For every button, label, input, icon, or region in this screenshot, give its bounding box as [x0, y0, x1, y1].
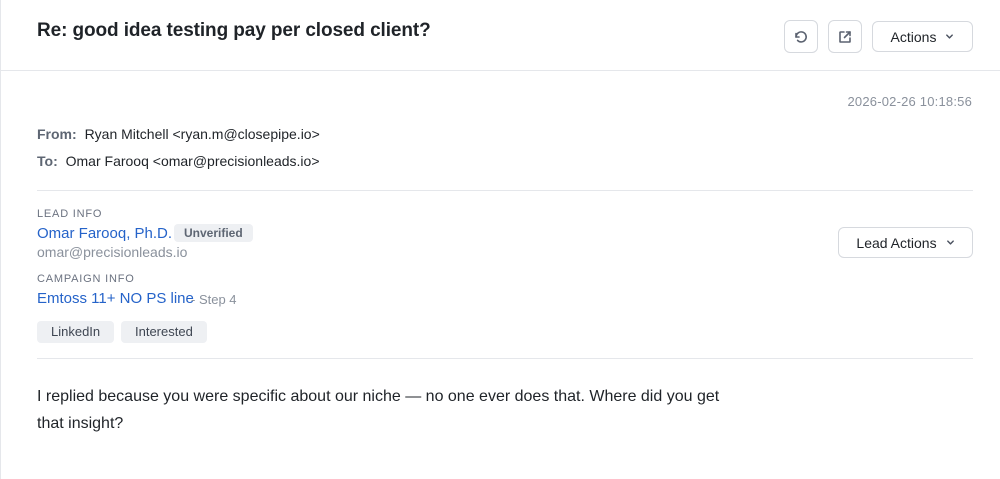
actions-label: Actions — [890, 28, 937, 45]
to-row: To: Omar Farooq <omar@precisionleads.io> — [37, 153, 320, 169]
lead-email: omar@precisionleads.io — [37, 244, 188, 260]
tag-linkedin: LinkedIn — [37, 321, 115, 343]
email-view: Re: good idea testing pay per closed cli… — [0, 0, 1000, 479]
lead-name-link[interactable]: Omar Farooq, Ph.D. — [37, 225, 172, 242]
to-label: To: — [37, 153, 58, 169]
email-subject: Re: good idea testing pay per closed cli… — [37, 20, 431, 41]
lead-actions-label: Lead Actions — [856, 234, 937, 251]
external-link-icon — [839, 30, 851, 43]
campaign-name-link[interactable]: Emtoss 11+ NO PS line — [37, 290, 194, 307]
campaign-step: - Step 4 — [191, 292, 237, 307]
lead-info-label: LEAD INFO — [37, 208, 103, 220]
to-value: Omar Farooq <omar@precisionleads.io> — [65, 153, 320, 169]
from-label: From: — [37, 126, 77, 142]
open-external-button[interactable] — [828, 20, 862, 53]
divider — [37, 190, 973, 191]
status-badge: Unverified — [174, 224, 253, 242]
tag-interested: Interested — [121, 321, 207, 343]
from-value: Ryan Mitchell <ryan.m@closepipe.io> — [84, 126, 320, 142]
lead-actions-dropdown[interactable]: Lead Actions — [838, 227, 973, 258]
email-timestamp: 2026-02-26 10:18:56 — [847, 94, 972, 109]
from-row: From: Ryan Mitchell <ryan.m@closepipe.io… — [37, 126, 320, 142]
campaign-info-label: CAMPAIGN INFO — [37, 273, 135, 285]
divider — [37, 358, 973, 359]
chevron-down-icon — [946, 240, 954, 245]
email-body: I replied because you were specific abou… — [37, 388, 720, 432]
actions-dropdown[interactable]: Actions — [872, 21, 973, 52]
reload-button[interactable] — [784, 20, 818, 53]
email-header: Re: good idea testing pay per closed cli… — [1, 0, 1000, 71]
chevron-down-icon — [946, 34, 954, 39]
refresh-icon — [795, 30, 807, 43]
